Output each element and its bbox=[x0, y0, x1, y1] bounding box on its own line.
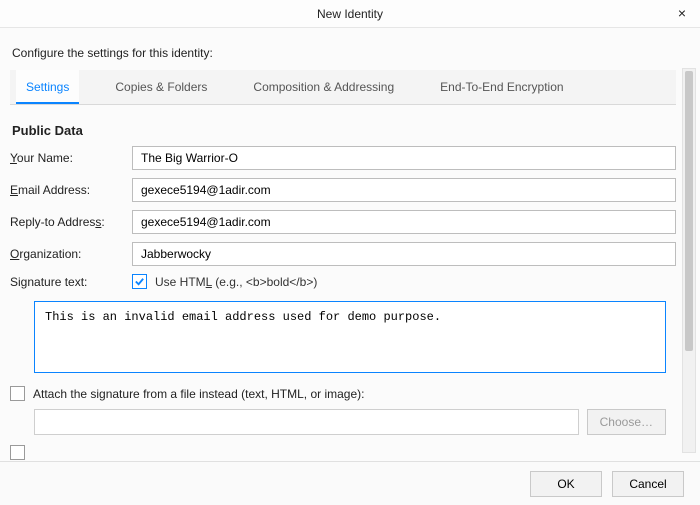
tab-composition-addressing[interactable]: Composition & Addressing bbox=[243, 70, 404, 104]
section-public-data: Public Data bbox=[10, 105, 676, 146]
signature-file-path-input[interactable] bbox=[34, 409, 579, 435]
your-name-input[interactable] bbox=[132, 146, 676, 170]
email-address-input[interactable] bbox=[132, 178, 676, 202]
label-your-name: Your Name: bbox=[10, 151, 132, 165]
label-organization: Organization: bbox=[10, 247, 132, 261]
label-email-address: Email Address: bbox=[10, 183, 132, 197]
label-signature-text: Signature text: bbox=[10, 275, 132, 289]
dialog-body: Configure the settings for this identity… bbox=[0, 28, 700, 461]
ok-button[interactable]: OK bbox=[530, 471, 602, 497]
dialog-footer: OK Cancel bbox=[0, 461, 700, 505]
intro-text: Configure the settings for this identity… bbox=[10, 40, 676, 70]
choose-button[interactable]: Choose… bbox=[587, 409, 666, 435]
cancel-button[interactable]: Cancel bbox=[612, 471, 684, 497]
use-html-checkbox[interactable] bbox=[132, 274, 147, 289]
tab-settings[interactable]: Settings bbox=[16, 70, 79, 104]
tab-end-to-end-encryption[interactable]: End-To-End Encryption bbox=[430, 70, 573, 104]
label-reply-to-address: Reply-to Address: bbox=[10, 215, 132, 229]
window-title: New Identity bbox=[317, 7, 383, 21]
checkmark-icon bbox=[134, 276, 145, 287]
signature-text-input[interactable] bbox=[34, 301, 666, 373]
use-html-label: Use HTML (e.g., <b>bold</b>) bbox=[155, 275, 317, 289]
tab-copies-folders[interactable]: Copies & Folders bbox=[105, 70, 217, 104]
attach-from-file-checkbox[interactable] bbox=[10, 386, 25, 401]
organization-input[interactable] bbox=[132, 242, 676, 266]
scrollbar-thumb[interactable] bbox=[685, 71, 693, 351]
vertical-scrollbar[interactable] bbox=[682, 68, 696, 453]
reply-to-address-input[interactable] bbox=[132, 210, 676, 234]
close-icon[interactable]: × bbox=[672, 4, 692, 22]
tabs: Settings Copies & Folders Composition & … bbox=[10, 70, 676, 105]
attach-from-file-label: Attach the signature from a file instead… bbox=[33, 387, 365, 401]
title-bar: New Identity × bbox=[0, 0, 700, 28]
cutoff-checkbox[interactable] bbox=[10, 445, 25, 460]
